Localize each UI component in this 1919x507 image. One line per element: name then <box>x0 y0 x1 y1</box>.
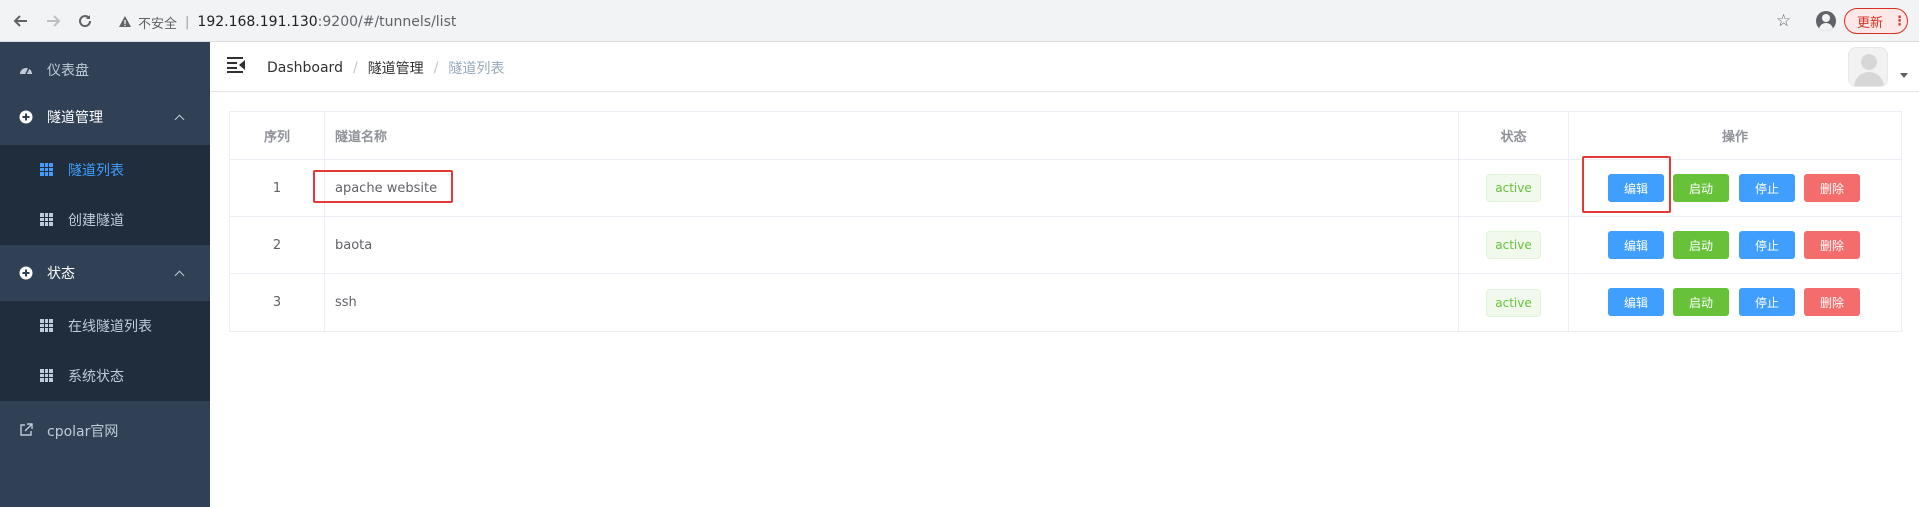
chevron-up-icon <box>174 270 185 281</box>
sidebar-item-system-status[interactable]: 系统状态 <box>0 351 210 401</box>
breadcrumb-separator: / <box>352 60 358 76</box>
sidebar-item-cpolar-site[interactable]: cpolar官网 <box>0 403 210 459</box>
edit-button[interactable]: 编辑 <box>1608 231 1664 259</box>
table-row: 2 baota active 编辑 启动 停止 删除 <box>230 217 1901 274</box>
more-icon: ⋮ <box>1893 13 1906 29</box>
caret-down-icon[interactable] <box>1900 73 1908 78</box>
bookmark-star-icon[interactable]: ☆ <box>1776 11 1791 31</box>
submenu-status: 在线隧道列表 系统状态 <box>0 301 210 401</box>
sidebar-item-create-tunnel[interactable]: 创建隧道 <box>0 195 210 245</box>
sidebar-item-label: 在线隧道列表 <box>68 319 152 335</box>
url-separator: | <box>185 14 190 30</box>
start-button[interactable]: 启动 <box>1673 174 1729 202</box>
sidebar-item-status[interactable]: 状态 <box>0 245 210 301</box>
url-path: :9200/#/tunnels/list <box>317 14 457 30</box>
insecure-label: 不安全 <box>138 16 178 32</box>
profile-icon[interactable] <box>1816 11 1836 31</box>
row-index: 1 <box>230 160 325 216</box>
status-badge: active <box>1486 288 1541 317</box>
row-name: apache website <box>325 160 1459 216</box>
sidebar: 仪表盘 隧道管理 隧道列表 创建隧道 状态 在线隧道列表 系统状态 cpolar… <box>0 42 210 507</box>
reload-icon[interactable] <box>74 10 96 32</box>
breadcrumb-tunnel-management[interactable]: 隧道管理 <box>368 58 424 78</box>
sidebar-item-label: 隧道列表 <box>68 163 124 179</box>
sidebar-item-label: 隧道管理 <box>47 110 103 126</box>
hamburger-menu-icon[interactable] <box>227 57 245 73</box>
breadcrumb-separator: / <box>433 60 439 76</box>
forward-icon[interactable] <box>42 10 64 32</box>
sidebar-item-label: 创建隧道 <box>68 213 124 229</box>
dashboard-icon <box>20 67 32 75</box>
sidebar-item-online-tunnels[interactable]: 在线隧道列表 <box>0 301 210 351</box>
delete-button[interactable]: 删除 <box>1804 231 1860 259</box>
stop-button[interactable]: 停止 <box>1739 174 1795 202</box>
sidebar-item-label: 系统状态 <box>68 369 124 385</box>
edit-button[interactable]: 编辑 <box>1608 288 1664 316</box>
header-actions: 操作 <box>1721 130 1748 145</box>
header-name: 隧道名称 <box>325 112 1459 159</box>
sidebar-item-tunnel-management[interactable]: 隧道管理 <box>0 89 210 145</box>
chevron-up-icon <box>174 114 185 125</box>
plus-circle-icon <box>19 110 33 124</box>
url-host: 192.168.191.130 <box>197 14 318 30</box>
plus-circle-icon <box>19 266 33 280</box>
table-header: 序列 隧道名称 状态 操作 <box>230 112 1901 160</box>
update-button[interactable]: 更新 ⋮ <box>1844 8 1908 34</box>
status-badge: active <box>1486 174 1541 202</box>
delete-button[interactable]: 删除 <box>1804 288 1860 316</box>
stop-button[interactable]: 停止 <box>1739 288 1795 316</box>
breadcrumb: Dashboard / 隧道管理 / 隧道列表 <box>267 58 504 78</box>
status-badge: active <box>1486 231 1541 259</box>
sidebar-item-tunnel-list[interactable]: 隧道列表 <box>0 145 210 195</box>
sidebar-item-label: cpolar官网 <box>47 424 119 440</box>
submenu-tunnels: 隧道列表 创建隧道 <box>0 145 210 245</box>
delete-button[interactable]: 删除 <box>1804 174 1860 202</box>
row-index: 2 <box>230 217 325 273</box>
back-icon[interactable] <box>10 10 32 32</box>
warning-icon <box>118 15 132 29</box>
grid-icon <box>40 213 53 226</box>
navbar: Dashboard / 隧道管理 / 隧道列表 <box>210 42 1919 92</box>
breadcrumb-dashboard[interactable]: Dashboard <box>267 60 343 76</box>
breadcrumb-tunnel-list: 隧道列表 <box>448 61 505 77</box>
sidebar-item-label: 状态 <box>47 266 75 282</box>
update-label: 更新 <box>1857 15 1884 31</box>
start-button[interactable]: 启动 <box>1673 288 1729 316</box>
table-row: 3 ssh active 编辑 启动 停止 删除 <box>230 274 1901 331</box>
grid-icon <box>40 319 53 332</box>
highlight-box-edit-button <box>1582 156 1671 213</box>
row-name: baota <box>325 217 1459 273</box>
row-index: 3 <box>230 274 325 331</box>
start-button[interactable]: 启动 <box>1673 231 1729 259</box>
highlight-box-tunnel-name <box>313 170 453 203</box>
address-bar[interactable]: 不安全 | 192.168.191.130 :9200/#/tunnels/li… <box>108 7 1806 37</box>
avatar[interactable] <box>1848 47 1888 87</box>
header-status: 状态 <box>1459 112 1569 159</box>
tunnel-table: 序列 隧道名称 状态 操作 1 apache website active 编辑… <box>229 111 1902 332</box>
row-name: ssh <box>325 274 1459 331</box>
browser-toolbar: 不安全 | 192.168.191.130 :9200/#/tunnels/li… <box>0 0 1919 42</box>
sidebar-item-label: 仪表盘 <box>47 63 89 79</box>
grid-icon <box>40 369 53 382</box>
header-index: 序列 <box>230 112 325 159</box>
stop-button[interactable]: 停止 <box>1739 231 1795 259</box>
grid-icon <box>40 163 53 176</box>
external-link-icon <box>20 423 33 436</box>
